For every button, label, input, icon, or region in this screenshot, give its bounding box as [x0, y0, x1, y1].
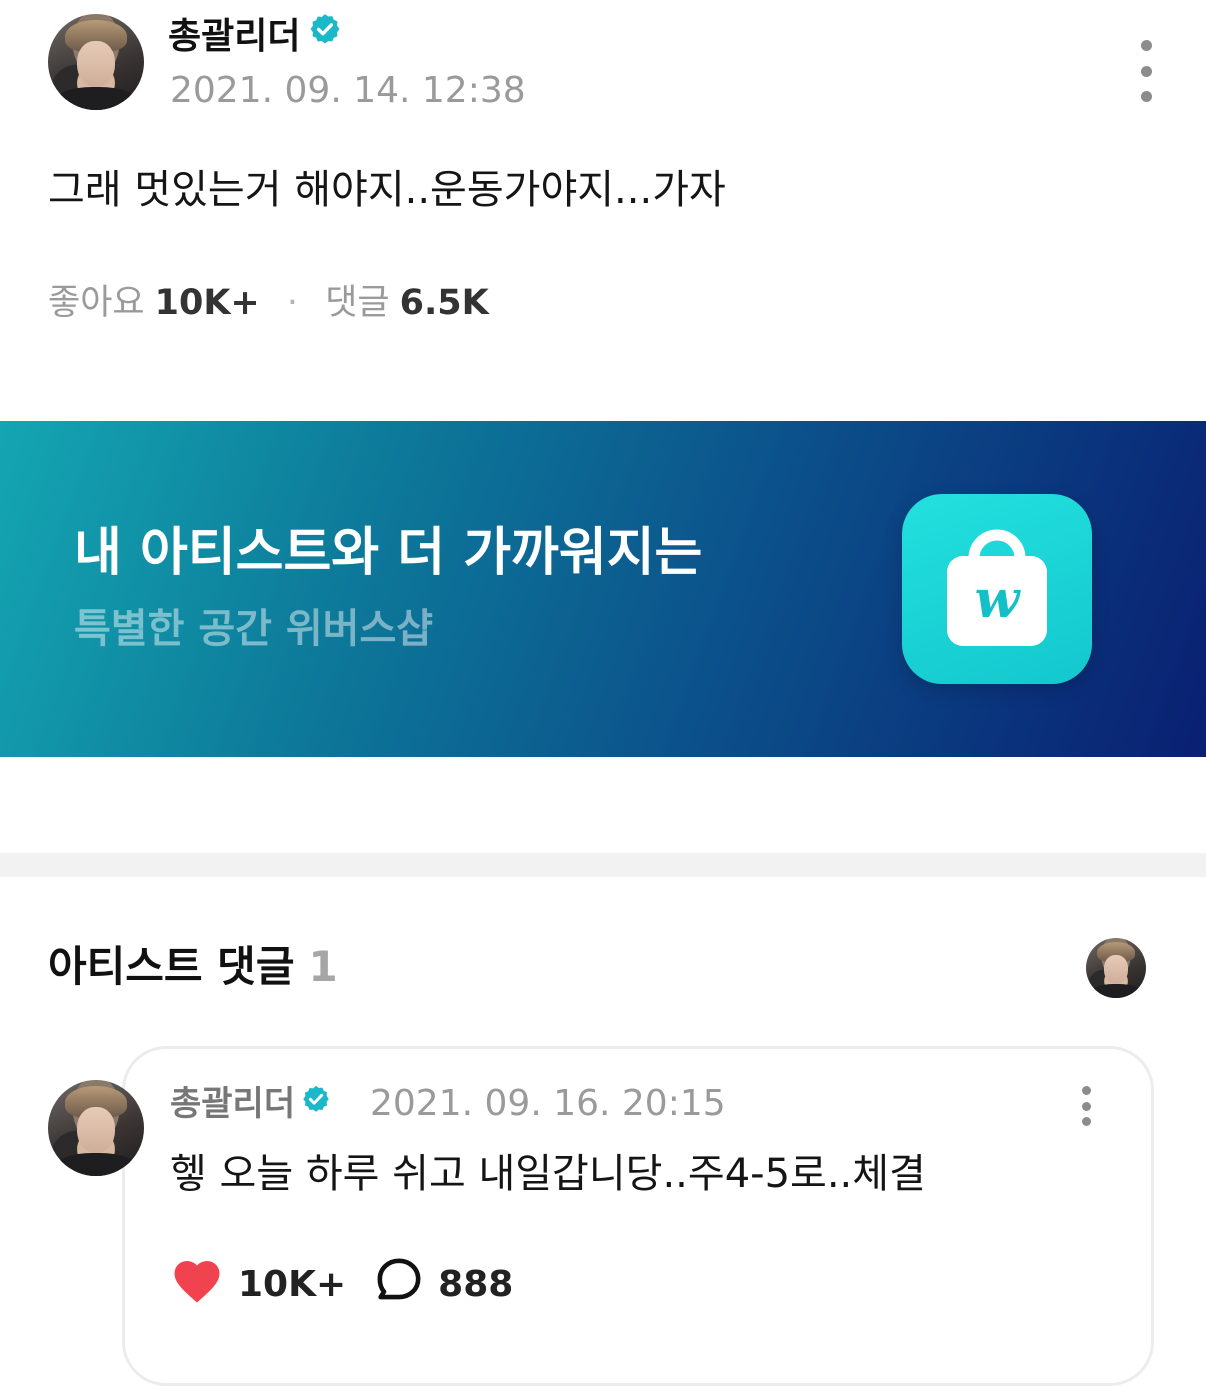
comments-label: 댓글 — [325, 283, 390, 323]
avatar-face — [1104, 954, 1128, 984]
banner-subline: 특별한 공간 위버스샵 — [74, 606, 434, 652]
shop-icon-letter: w — [975, 569, 1022, 630]
comment-date: 2021. 09. 16. 20:15 — [370, 1083, 726, 1124]
author-name[interactable]: 총괄리더 — [168, 14, 342, 60]
comment-reply-button[interactable]: 888 — [374, 1255, 513, 1314]
more-dot-icon — [1081, 1086, 1091, 1095]
likes-count: 10K+ — [154, 283, 260, 323]
comments-stat[interactable]: 댓글 6.5K — [314, 283, 489, 323]
speech-bubble-icon — [374, 1255, 424, 1314]
avatar-shirt — [1090, 983, 1142, 998]
verified-badge-icon — [308, 12, 342, 58]
artist-comments-title: 아티스트 댓글 1 — [48, 940, 338, 994]
artist-comments-label: 아티스트 댓글 — [48, 942, 295, 991]
comment-author-avatar[interactable] — [48, 1080, 144, 1176]
author-name-text: 총괄리더 — [168, 16, 301, 57]
more-dot-icon — [1140, 40, 1152, 51]
comment-more-options-button[interactable] — [1074, 1086, 1098, 1126]
comment-actions: 10K+ 888 — [170, 1256, 513, 1312]
avatar-face — [76, 40, 116, 87]
banner-headline: 내 아티스트와 더 가까워지는 — [74, 523, 703, 583]
more-dot-icon — [1081, 1117, 1091, 1126]
stats-separator: · — [286, 283, 299, 323]
weverse-shop-banner[interactable]: 내 아티스트와 더 가까워지는 특별한 공간 위버스샵 w — [0, 421, 1206, 757]
comment-author-text: 총괄리더 — [170, 1084, 296, 1124]
section-divider — [0, 853, 1206, 877]
avatar-shirt — [55, 1152, 137, 1176]
comment-author-name[interactable]: 총괄리더 — [170, 1082, 331, 1126]
comments-count: 6.5K — [399, 283, 489, 323]
author-avatar[interactable] — [48, 14, 144, 110]
more-dot-icon — [1140, 65, 1152, 77]
weverse-shop-bag-icon: w — [902, 494, 1092, 684]
artist-filter-avatar[interactable] — [1086, 938, 1146, 998]
comment-body: 헿 오늘 하루 쉬고 내일갑니당..주4-5로..체결 — [170, 1151, 926, 1197]
heart-icon — [170, 1256, 224, 1313]
more-dot-icon — [1140, 91, 1152, 102]
more-dot-icon — [1081, 1101, 1091, 1111]
likes-stat[interactable]: 좋아요 10K+ — [48, 283, 271, 323]
comment-like-count: 10K+ — [238, 1263, 347, 1305]
post-stats: 좋아요 10K+ · 댓글 6.5K — [48, 280, 489, 326]
comment-reply-count: 888 — [438, 1263, 514, 1305]
avatar-face — [76, 1106, 116, 1153]
artist-comments-count: 1 — [308, 942, 338, 991]
post-body: 그래 멋있는거 해야지..운동가야지...가자 — [48, 167, 726, 213]
likes-label: 좋아요 — [48, 283, 145, 323]
avatar-shirt — [55, 86, 137, 110]
verified-badge-icon — [301, 1081, 331, 1125]
post-date: 2021. 09. 14. 12:38 — [170, 70, 526, 111]
more-options-button[interactable] — [1130, 40, 1162, 102]
comment-like-button[interactable]: 10K+ — [170, 1256, 346, 1313]
